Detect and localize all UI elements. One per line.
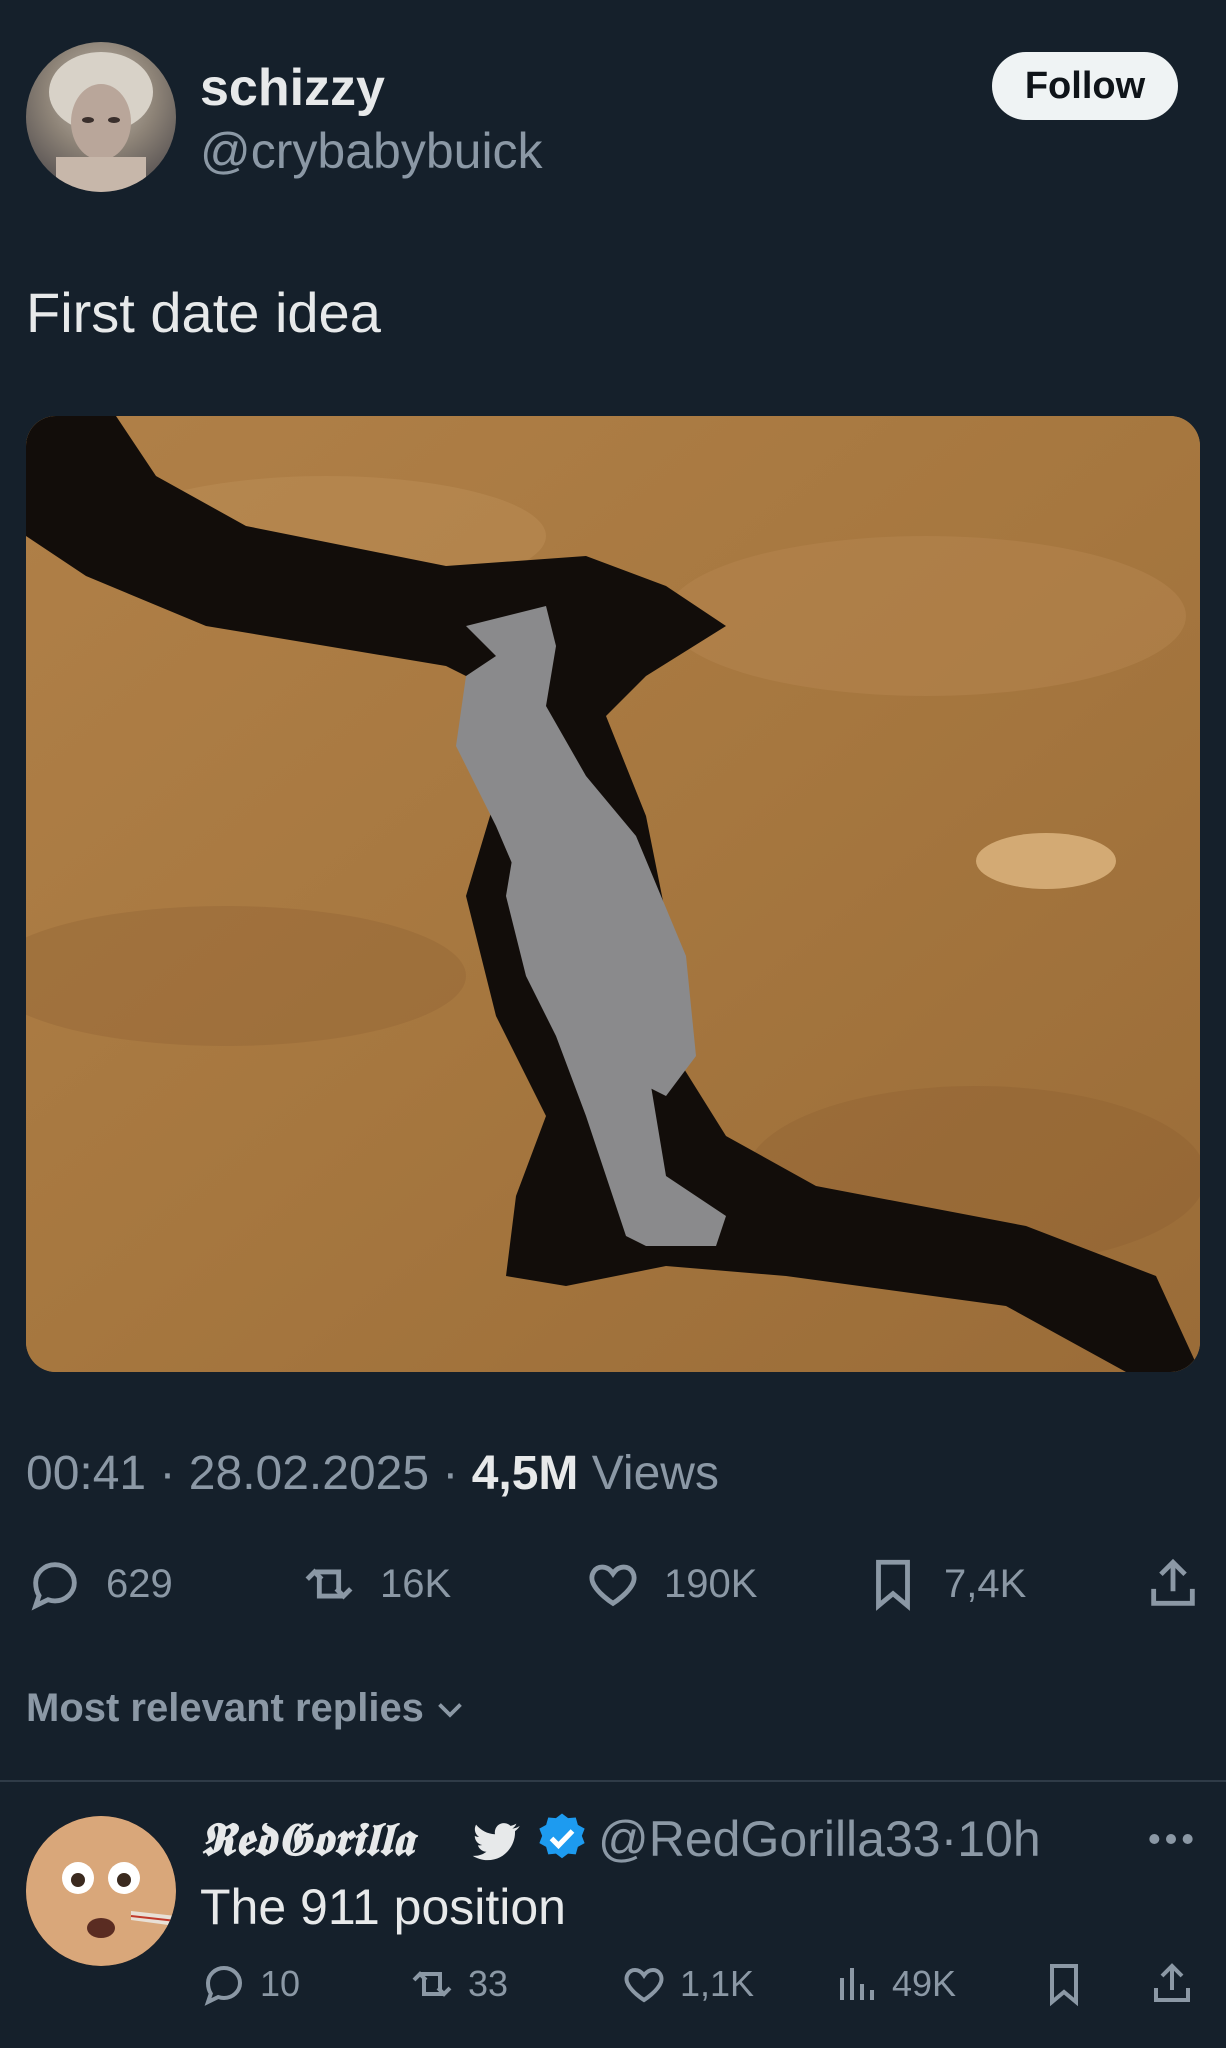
like-icon (589, 1564, 637, 1607)
like-button[interactable]: 190K (584, 1552, 757, 1616)
meta-separator: · (442, 1447, 459, 1500)
reply-reply-button[interactable]: 10 (200, 1956, 300, 2012)
tweet-page: schizzy @crybabybuick Follow First date … (0, 0, 1226, 2048)
reply-like-count: 1,1K (680, 1963, 755, 2004)
bookmark-icon (876, 1559, 910, 1611)
replies-sort-label: Most relevant replies (26, 1686, 424, 1730)
verified-icon (539, 1813, 585, 1859)
reply-author-name[interactable]: 𝕽𝖊𝖉𝕲𝖔𝖗𝖎𝖑𝖑𝖆 (200, 1812, 414, 1868)
author-display-name[interactable]: schizzy (200, 58, 385, 118)
repost-count: 16K (380, 1561, 452, 1606)
tweet-date: 28.02.2025 (188, 1447, 430, 1500)
divider (0, 1780, 1226, 1782)
like-count: 190K (664, 1561, 758, 1606)
reply-button[interactable]: 629 (26, 1552, 173, 1616)
reply-views-count: 49K (892, 1963, 957, 2004)
share-icon (1151, 1558, 1195, 1606)
tweet-time: 00:41 (26, 1447, 147, 1500)
reply-count: 629 (106, 1561, 173, 1606)
reply-icon (31, 1562, 77, 1611)
repost-icon (305, 1568, 353, 1600)
repost-icon (412, 1971, 452, 1997)
reply-like-button[interactable]: 1,1K (620, 1956, 754, 2012)
tweet-text: First date idea (26, 281, 381, 344)
reply-author-avatar[interactable] (26, 1816, 176, 1966)
reply-repost-button[interactable]: 33 (408, 1956, 508, 2012)
bird-icon (472, 1823, 520, 1861)
author-avatar[interactable] (26, 42, 176, 192)
share-button[interactable] (1144, 1552, 1202, 1616)
reply-reply-count: 10 (260, 1963, 301, 2004)
reply-icon (204, 1965, 243, 2006)
reply-repost-count: 33 (468, 1963, 509, 2004)
chevron-down-icon (438, 1702, 462, 1718)
more-icon[interactable] (1146, 1822, 1196, 1856)
tweet-media-image[interactable] (26, 416, 1200, 1372)
like-icon (624, 1967, 664, 2003)
views-icon (840, 1968, 874, 2000)
tweet-meta: 00:41 · 28.02.2025 · 4,5M Views (26, 1446, 719, 1501)
reply-handle-and-time[interactable]: @RedGorilla33·10h (598, 1810, 1041, 1868)
author-handle[interactable]: @crybabybuick (200, 122, 543, 180)
meta-separator: · (940, 1811, 958, 1867)
bookmark-icon (1050, 1964, 1078, 2007)
views-count[interactable]: 4,5M (472, 1447, 579, 1500)
reply-share-button[interactable] (1148, 1956, 1196, 2012)
repost-button[interactable]: 16K (300, 1552, 451, 1616)
bookmark-count: 7,4K (944, 1561, 1027, 1606)
reply-views-button[interactable]: 49K (832, 1956, 956, 2012)
reply-bookmark-button[interactable] (1040, 1956, 1088, 2012)
replies-sort-dropdown[interactable]: Most relevant replies (26, 1686, 468, 1731)
share-icon (1154, 1963, 1190, 2002)
meta-separator: · (159, 1447, 176, 1500)
reply-time: 10h (957, 1811, 1041, 1867)
reply-text: The 911 position (200, 1879, 566, 1935)
views-label: Views (591, 1447, 719, 1500)
bookmark-button[interactable]: 7,4K (864, 1552, 1026, 1616)
follow-button[interactable]: Follow (992, 52, 1178, 120)
reply-author-handle: @RedGorilla33 (598, 1811, 941, 1867)
